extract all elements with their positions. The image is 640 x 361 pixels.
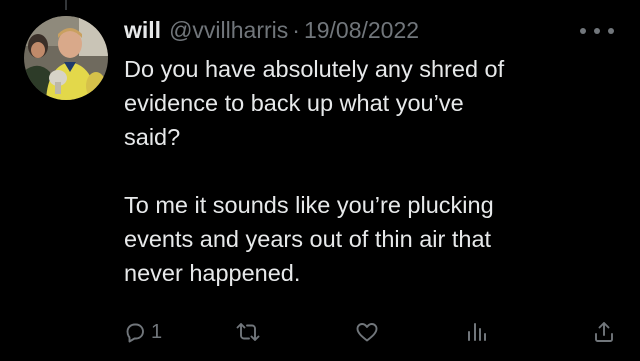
views-icon [468,323,486,341]
avatar[interactable] [24,16,108,100]
tweet-header: will @vvillharris · 19/08/2022 [124,14,419,46]
reply-icon [126,323,144,343]
reply-count: 1 [151,321,163,343]
header-separator: · [292,17,300,43]
like-button[interactable] [354,316,380,348]
tweet-date[interactable]: 19/08/2022 [304,14,419,46]
share-button[interactable] [592,316,616,348]
thread-connector-line [65,0,67,10]
author-name[interactable]: will [124,14,161,46]
tweet-action-bar: 1 [0,316,640,348]
tweet-paragraph: Do you have absolutely any shred of evid… [124,56,505,150]
tweet-text: Do you have absolutely any shred of evid… [124,52,624,290]
retweet-icon [236,323,260,341]
reply-button[interactable]: 1 [123,316,162,348]
share-icon [595,322,613,342]
avatar-image [24,16,108,100]
author-handle[interactable]: @vvillharris [169,14,288,46]
retweet-button[interactable] [235,316,261,348]
more-options-icon[interactable] [580,26,614,36]
views-button[interactable] [465,316,489,348]
like-icon [356,323,378,342]
tweet-paragraph: To me it sounds like you’re plucking eve… [124,192,494,286]
